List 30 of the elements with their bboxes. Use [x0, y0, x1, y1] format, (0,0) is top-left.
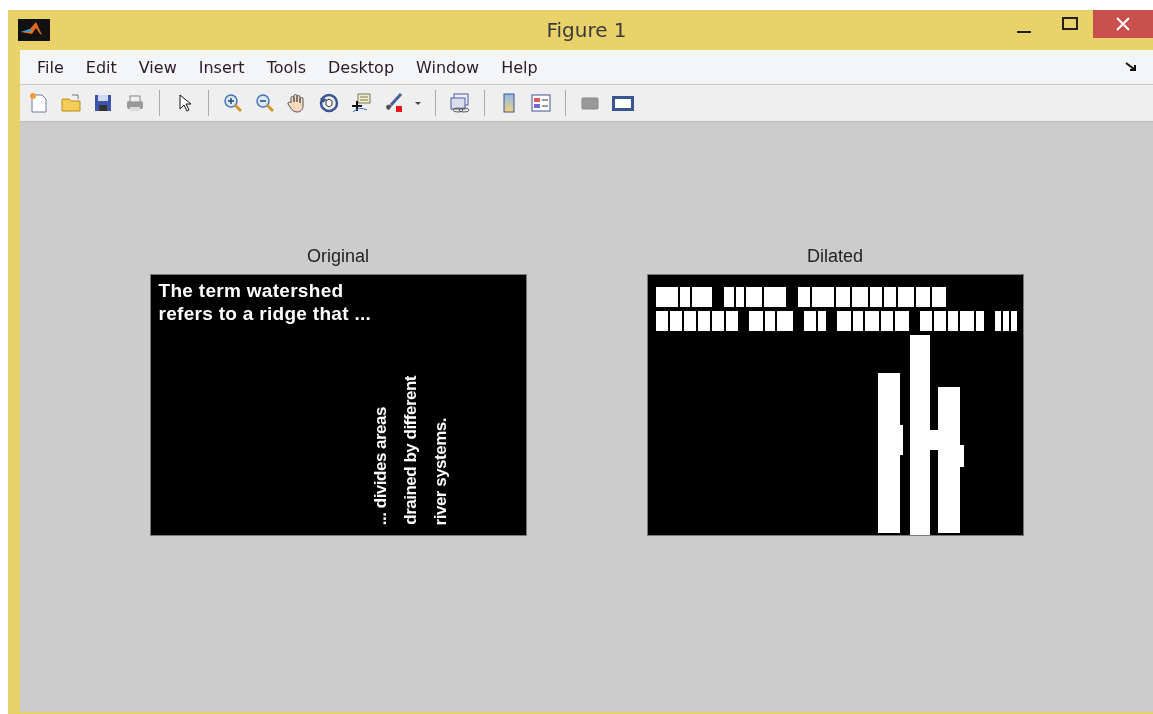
legend-icon[interactable]	[530, 92, 552, 114]
app-logo-icon	[18, 19, 50, 41]
image-vertical-text: drained by different	[399, 376, 421, 525]
zoom-in-icon[interactable]	[222, 92, 244, 114]
window-title: Figure 1	[546, 18, 627, 42]
data-cursor-icon[interactable]	[350, 92, 372, 114]
close-icon	[1116, 17, 1130, 31]
close-button[interactable]	[1093, 10, 1153, 38]
image-vertical-text: ... divides areas	[369, 406, 391, 525]
linked-windows-icon[interactable]	[449, 92, 471, 114]
menu-item[interactable]: Help	[492, 57, 551, 77]
minimize-icon	[1017, 31, 1031, 33]
rotate-icon[interactable]	[318, 92, 340, 114]
menu-item[interactable]: View	[129, 57, 190, 77]
image-vertical-text: river systems.	[429, 417, 451, 525]
dock-arrow-icon[interactable]	[1125, 62, 1137, 72]
maximize-icon	[1062, 17, 1078, 31]
axes-title: Dilated	[807, 246, 863, 267]
menu-item[interactable]: File	[28, 57, 77, 77]
save-icon[interactable]	[92, 92, 114, 114]
image-text-line: The term watershed	[158, 279, 345, 302]
menu-item[interactable]: Edit	[76, 57, 130, 77]
menu-item[interactable]: Desktop	[319, 57, 408, 77]
menu-item[interactable]: Window	[407, 57, 493, 77]
image-text-line: refers to a ridge that ...	[158, 302, 372, 325]
axes-title: Original	[307, 246, 369, 267]
menu-item[interactable]: Tools	[257, 57, 320, 77]
menu-item[interactable]: Insert	[189, 57, 258, 77]
printer-icon[interactable]	[124, 92, 146, 114]
zoom-out-icon[interactable]	[254, 92, 276, 114]
